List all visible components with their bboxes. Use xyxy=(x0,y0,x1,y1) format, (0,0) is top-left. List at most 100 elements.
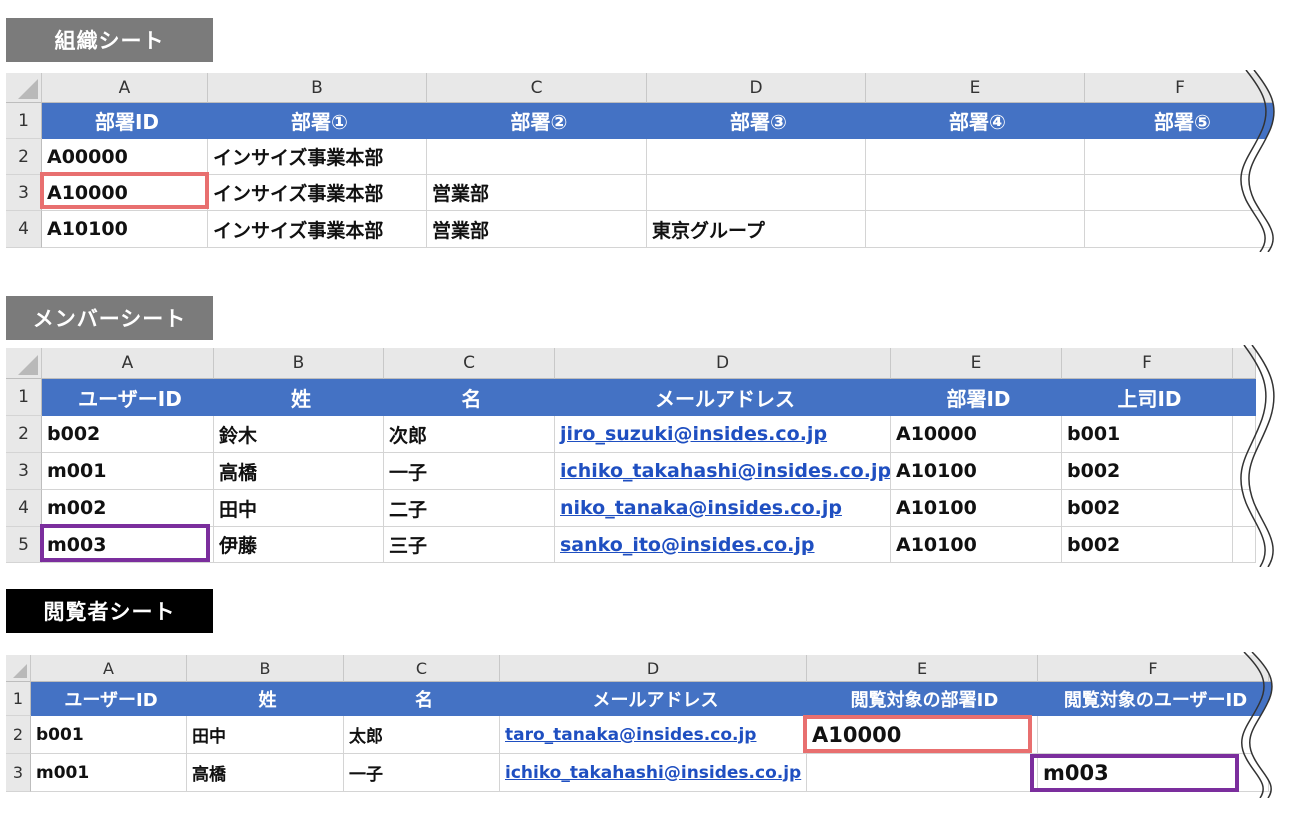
data-cell[interactable]: b002 xyxy=(1062,527,1233,563)
data-cell[interactable]: A10100 xyxy=(42,211,208,248)
column-header-a[interactable]: A xyxy=(31,655,187,682)
data-cell[interactable]: 田中 xyxy=(214,490,384,527)
header-cell[interactable]: 閲覧対象のユーザーID xyxy=(1038,682,1269,716)
data-cell[interactable]: 鈴木 xyxy=(214,416,384,453)
header-cell[interactable]: 姓 xyxy=(214,379,384,416)
column-header-b[interactable]: B xyxy=(208,73,427,103)
data-cell[interactable]: 東京グループ xyxy=(647,211,866,248)
email-link[interactable]: niko_tanaka@insides.co.jp xyxy=(560,497,842,519)
column-header-e[interactable]: E xyxy=(807,655,1038,682)
email-cell[interactable]: taro_tanaka@insides.co.jp xyxy=(500,716,807,754)
header-cell[interactable]: 姓 xyxy=(187,682,344,716)
email-cell[interactable]: jiro_suzuki@insides.co.jp xyxy=(555,416,891,453)
header-cell[interactable]: 部署④ xyxy=(866,103,1085,139)
data-cell[interactable]: 営業部 xyxy=(427,175,647,211)
data-cell[interactable] xyxy=(866,175,1085,211)
row-number[interactable]: 3 xyxy=(6,453,42,490)
column-header-a[interactable]: A xyxy=(42,73,208,103)
data-cell[interactable]: A10000 xyxy=(891,416,1062,453)
header-cell[interactable]: 部署② xyxy=(427,103,647,139)
data-cell[interactable] xyxy=(807,754,1038,792)
select-all-corner[interactable] xyxy=(6,655,31,682)
column-header-e[interactable]: E xyxy=(891,348,1062,379)
header-cell[interactable]: 部署③ xyxy=(647,103,866,139)
data-cell[interactable]: A10100 xyxy=(891,490,1062,527)
data-cell[interactable]: インサイズ事業本部 xyxy=(208,175,427,211)
data-cell[interactable]: m001 xyxy=(42,453,214,490)
data-cell[interactable]: m002 xyxy=(42,490,214,527)
row-number[interactable]: 3 xyxy=(6,754,31,792)
header-cell[interactable]: 部署ID xyxy=(42,103,208,139)
email-link[interactable]: jiro_suzuki@insides.co.jp xyxy=(560,423,827,445)
row-number[interactable]: 2 xyxy=(6,139,42,175)
data-cell[interactable] xyxy=(866,211,1085,248)
data-cell[interactable]: b002 xyxy=(1062,453,1233,490)
row-number[interactable]: 1 xyxy=(6,379,42,416)
select-all-corner[interactable] xyxy=(6,348,42,379)
column-header-f[interactable]: F xyxy=(1038,655,1269,682)
column-header-a[interactable]: A xyxy=(42,348,214,379)
header-cell[interactable]: 閲覧対象の部署ID xyxy=(807,682,1038,716)
data-cell[interactable]: b001 xyxy=(1062,416,1233,453)
data-cell[interactable]: 三子 xyxy=(384,527,555,563)
data-cell[interactable]: 営業部 xyxy=(427,211,647,248)
email-link[interactable]: sanko_ito@insides.co.jp xyxy=(560,534,815,556)
header-cell[interactable]: 名 xyxy=(384,379,555,416)
row-number[interactable]: 2 xyxy=(6,416,42,453)
data-cell[interactable] xyxy=(427,139,647,175)
header-cell[interactable]: 部署ID xyxy=(891,379,1062,416)
header-cell[interactable]: 部署① xyxy=(208,103,427,139)
column-header-f[interactable]: F xyxy=(1062,348,1233,379)
data-cell[interactable]: 次郎 xyxy=(384,416,555,453)
column-header-b[interactable]: B xyxy=(214,348,384,379)
row-number[interactable]: 1 xyxy=(6,103,42,139)
column-header-c[interactable]: C xyxy=(344,655,500,682)
data-cell[interactable]: 田中 xyxy=(187,716,344,754)
data-cell[interactable]: A10100 xyxy=(891,453,1062,490)
data-cell[interactable] xyxy=(647,139,866,175)
header-cell[interactable]: 上司ID xyxy=(1062,379,1233,416)
column-header-d[interactable]: D xyxy=(647,73,866,103)
data-cell[interactable]: 太郎 xyxy=(344,716,500,754)
data-cell[interactable]: 一子 xyxy=(344,754,500,792)
data-cell[interactable]: b002 xyxy=(1062,490,1233,527)
column-header-b[interactable]: B xyxy=(187,655,344,682)
data-cell[interactable]: 高橋 xyxy=(214,453,384,490)
data-cell[interactable]: b002 xyxy=(42,416,214,453)
email-cell[interactable]: ichiko_takahashi@insides.co.jp xyxy=(555,453,891,490)
select-all-corner[interactable] xyxy=(6,73,42,103)
data-cell[interactable]: b001 xyxy=(31,716,187,754)
data-cell[interactable] xyxy=(1038,716,1269,754)
header-cell[interactable]: メールアドレス xyxy=(500,682,807,716)
data-cell[interactable]: 一子 xyxy=(384,453,555,490)
header-cell[interactable]: ユーザーID xyxy=(31,682,187,716)
row-number[interactable]: 5 xyxy=(6,527,42,563)
data-cell[interactable] xyxy=(647,175,866,211)
row-number[interactable]: 2 xyxy=(6,716,31,754)
column-header-d[interactable]: D xyxy=(555,348,891,379)
email-link[interactable]: taro_tanaka@insides.co.jp xyxy=(505,725,756,745)
data-cell[interactable]: m001 xyxy=(31,754,187,792)
email-link[interactable]: ichiko_takahashi@insides.co.jp xyxy=(560,460,890,482)
email-cell[interactable]: niko_tanaka@insides.co.jp xyxy=(555,490,891,527)
data-cell[interactable]: 高橋 xyxy=(187,754,344,792)
email-link[interactable]: ichiko_takahashi@insides.co.jp xyxy=(505,763,801,783)
email-cell[interactable]: sanko_ito@insides.co.jp xyxy=(555,527,891,563)
data-cell[interactable]: 伊藤 xyxy=(214,527,384,563)
row-number[interactable]: 3 xyxy=(6,175,42,211)
header-cell[interactable]: 名 xyxy=(344,682,500,716)
data-cell[interactable]: A00000 xyxy=(42,139,208,175)
data-cell[interactable]: インサイズ事業本部 xyxy=(208,139,427,175)
data-cell[interactable]: インサイズ事業本部 xyxy=(208,211,427,248)
row-number[interactable]: 4 xyxy=(6,211,42,248)
column-header-c[interactable]: C xyxy=(427,73,647,103)
data-cell[interactable] xyxy=(866,139,1085,175)
row-number[interactable]: 1 xyxy=(6,682,31,716)
column-header-d[interactable]: D xyxy=(500,655,807,682)
column-header-e[interactable]: E xyxy=(866,73,1085,103)
row-number[interactable]: 4 xyxy=(6,490,42,527)
header-cell[interactable]: ユーザーID xyxy=(42,379,214,416)
header-cell[interactable]: メールアドレス xyxy=(555,379,891,416)
data-cell[interactable]: A10100 xyxy=(891,527,1062,563)
column-header-c[interactable]: C xyxy=(384,348,555,379)
